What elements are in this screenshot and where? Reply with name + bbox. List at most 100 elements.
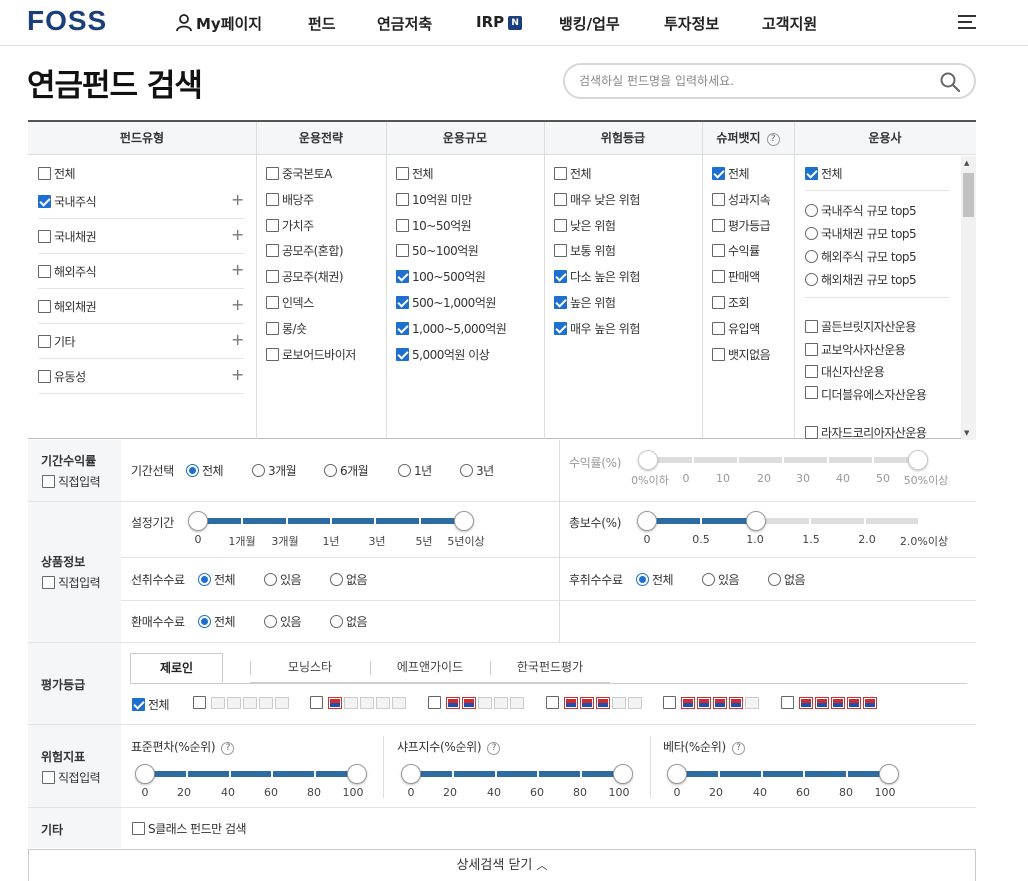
rating-level-max-checkbox[interactable] [781, 696, 877, 709]
expand-plus-icon[interactable]: + [231, 262, 244, 278]
fee-slider-handle-min[interactable] [637, 511, 657, 531]
rate-slider-handle-min[interactable] [638, 450, 658, 470]
period-2-radio[interactable]: 6개월 [324, 462, 369, 479]
rating-level-3-checkbox[interactable] [428, 696, 524, 709]
search-icon[interactable] [940, 72, 960, 92]
rating-all-checkbox[interactable]: 전체 [132, 696, 170, 713]
expand-plus-icon[interactable]: + [231, 192, 244, 208]
fund-type-2-checkbox[interactable]: 국내채권 [38, 228, 97, 245]
size-4-checkbox[interactable]: 100~500억원 [396, 268, 486, 285]
company-0-checkbox[interactable]: 골든브릿지자산운용 [805, 318, 916, 335]
risk-5-checkbox[interactable]: 높은 위험 [554, 294, 616, 311]
help-icon[interactable]: ? [731, 742, 745, 755]
size-7-checkbox[interactable]: 5,000억원 이상 [396, 346, 490, 363]
company-top-1-radio[interactable]: 국내채권 규모 top5 [805, 225, 917, 242]
nav-irp[interactable]: IRP N [476, 13, 523, 31]
fund-type-0-checkbox[interactable]: 전체 [38, 165, 76, 182]
badge-5-checkbox[interactable]: 조회 [712, 294, 750, 311]
risk-slider-2-handle-min[interactable] [667, 764, 687, 784]
company-top-3-radio[interactable]: 해외채권 규모 top5 [805, 271, 917, 288]
strategy-0-checkbox[interactable]: 중국본토A [266, 165, 332, 182]
front-fee-1-radio[interactable]: 있음 [264, 571, 302, 588]
risk-0-checkbox[interactable]: 전체 [554, 165, 592, 182]
company-3-checkbox[interactable]: 디더블유에스자산운용 [805, 385, 935, 403]
fund-type-3-checkbox[interactable]: 해외주식 [38, 263, 97, 280]
period-3-radio[interactable]: 1년 [398, 462, 432, 479]
size-1-checkbox[interactable]: 10억원 미만 [396, 191, 472, 208]
risk-slider-2-track[interactable] [677, 771, 889, 777]
period-1-radio[interactable]: 3개월 [252, 462, 297, 479]
help-icon[interactable]: ? [766, 133, 780, 146]
company-all-checkbox[interactable]: 전체 [805, 165, 843, 182]
size-0-checkbox[interactable]: 전체 [396, 165, 434, 182]
strategy-6-checkbox[interactable]: 롱/숏 [266, 320, 307, 337]
close-detail-button[interactable]: 상세검색 닫기 ︿ [28, 849, 976, 881]
expand-plus-icon[interactable]: + [231, 367, 244, 383]
rate-slider-track[interactable] [648, 457, 918, 463]
expand-plus-icon[interactable]: + [231, 332, 244, 348]
fund-type-6-checkbox[interactable]: 유동성 [38, 368, 86, 385]
risk-1-checkbox[interactable]: 매우 낮은 위험 [554, 191, 640, 208]
period-slider-handle-min[interactable] [188, 511, 208, 531]
back-fee-1-radio[interactable]: 있음 [702, 571, 740, 588]
badge-7-checkbox[interactable]: 뱃지없음 [712, 346, 771, 363]
period-slider-handle-max[interactable] [454, 511, 474, 531]
risk-4-checkbox[interactable]: 다소 높은 위험 [554, 268, 640, 285]
nav-pension-saving[interactable]: 연금저축 [377, 13, 432, 34]
sclass-checkbox[interactable]: S클래스 펀드만 검색 [132, 820, 247, 837]
strategy-3-checkbox[interactable]: 공모주(혼합) [266, 242, 344, 259]
product-direct-checkbox[interactable]: 직접입력 [42, 574, 101, 591]
menu-icon[interactable] [958, 14, 976, 30]
risk-6-checkbox[interactable]: 매우 높은 위험 [554, 320, 640, 337]
company-scrollbar[interactable]: ▲ ▼ [961, 156, 976, 440]
rating-tab-1[interactable]: 모닝스타 [250, 653, 370, 683]
expand-plus-icon[interactable]: + [231, 227, 244, 243]
size-2-checkbox[interactable]: 10~50억원 [396, 217, 472, 234]
risk-2-checkbox[interactable]: 낮은 위험 [554, 217, 616, 234]
back-fee-0-radio[interactable]: 전체 [636, 571, 674, 588]
badge-2-checkbox[interactable]: 평가등급 [712, 217, 771, 234]
company-top-2-radio[interactable]: 해외주식 규모 top5 [805, 248, 917, 265]
redeem-fee-1-radio[interactable]: 있음 [264, 613, 302, 630]
nav-mypage[interactable]: My페이지 [176, 13, 262, 34]
help-icon[interactable]: ? [487, 742, 501, 755]
risk-slider-0-track[interactable] [145, 771, 357, 777]
badge-0-checkbox[interactable]: 전체 [712, 165, 750, 182]
strategy-7-checkbox[interactable]: 로보어드바이저 [266, 346, 356, 363]
expand-plus-icon[interactable]: + [231, 297, 244, 313]
nav-fund[interactable]: 펀드 [308, 13, 336, 34]
risk-slider-0-handle-min[interactable] [135, 764, 155, 784]
period-0-radio[interactable]: 전체 [186, 462, 224, 479]
risk-slider-1-track[interactable] [411, 771, 623, 777]
fee-slider-track[interactable] [647, 518, 919, 524]
front-fee-2-radio[interactable]: 없음 [330, 571, 368, 588]
badge-1-checkbox[interactable]: 성과지속 [712, 191, 771, 208]
company-2-checkbox[interactable]: 대신자산운용 [805, 363, 885, 380]
company-1-checkbox[interactable]: 교보악사자산운용 [805, 341, 906, 358]
strategy-5-checkbox[interactable]: 인덱스 [266, 294, 314, 311]
fund-type-1-checkbox[interactable]: 국내주식 [38, 193, 97, 210]
badge-4-checkbox[interactable]: 판매액 [712, 268, 760, 285]
risk-slider-1-handle-max[interactable] [613, 764, 633, 784]
foss-logo[interactable]: FOSS [27, 5, 107, 37]
period-4-radio[interactable]: 3년 [460, 462, 494, 479]
strategy-4-checkbox[interactable]: 공모주(채권) [266, 268, 344, 285]
strategy-1-checkbox[interactable]: 배당주 [266, 191, 314, 208]
fund-type-4-checkbox[interactable]: 해외채권 [38, 298, 97, 315]
company-4-checkbox[interactable]: 라자드코리아자산운용 [805, 424, 927, 439]
period-slider-track[interactable] [198, 518, 464, 524]
rating-tab-2[interactable]: 에프앤가이드 [370, 653, 490, 683]
back-fee-2-radio[interactable]: 없음 [768, 571, 806, 588]
size-5-checkbox[interactable]: 500~1,000억원 [396, 294, 496, 311]
company-top-0-radio[interactable]: 국내주식 규모 top5 [805, 202, 917, 219]
strategy-2-checkbox[interactable]: 가치주 [266, 217, 314, 234]
search-input[interactable] [579, 71, 929, 91]
badge-3-checkbox[interactable]: 수익률 [712, 242, 760, 259]
risk-slider-2-handle-max[interactable] [879, 764, 899, 784]
risk-direct-checkbox[interactable]: 직접입력 [42, 769, 101, 786]
fund-type-5-checkbox[interactable]: 기타 [38, 333, 76, 350]
rating-level-4-checkbox[interactable] [546, 696, 642, 709]
nav-customer[interactable]: 고객지원 [762, 13, 817, 34]
fee-slider-handle-max[interactable] [745, 511, 766, 531]
risk-slider-0-handle-max[interactable] [347, 764, 367, 784]
